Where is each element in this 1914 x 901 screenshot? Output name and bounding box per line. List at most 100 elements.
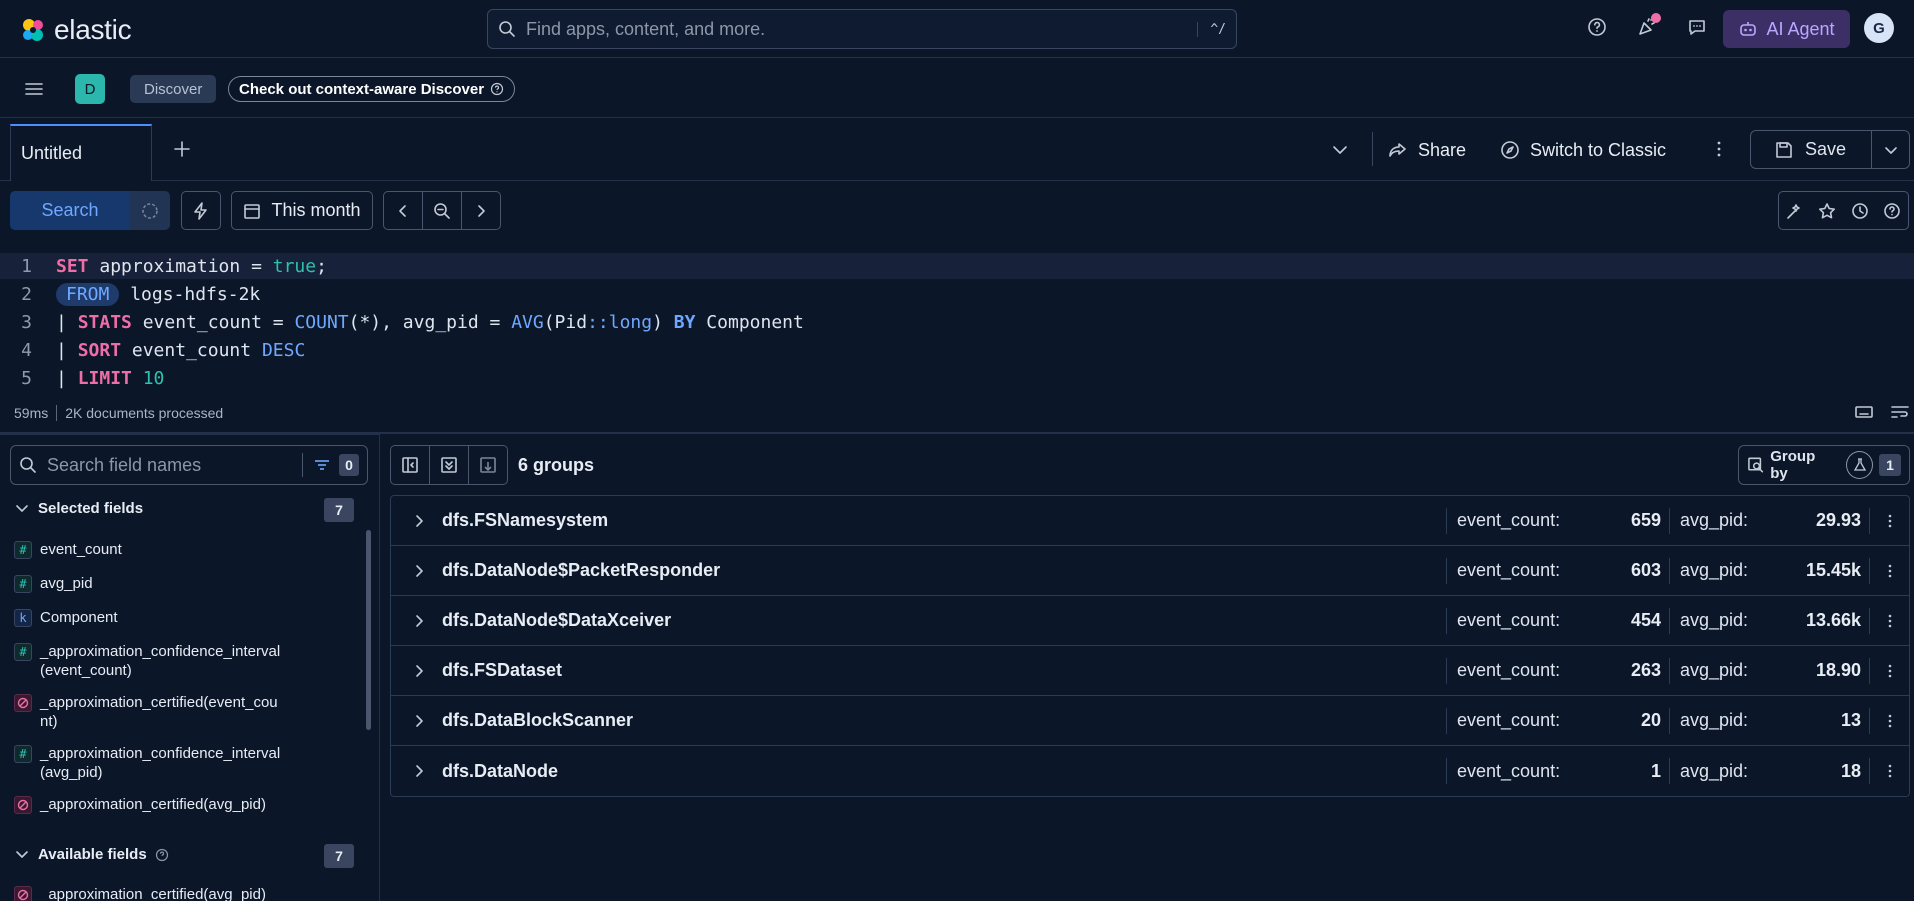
- previous-range-button[interactable]: [384, 192, 422, 229]
- more-options-icon[interactable]: [1710, 140, 1728, 158]
- space-avatar[interactable]: D: [75, 74, 105, 104]
- zoom-out-button[interactable]: [422, 192, 462, 229]
- global-search-input[interactable]: Find apps, content, and more. ^/: [487, 9, 1237, 49]
- boolean-type-icon: [14, 694, 32, 712]
- switch-to-classic-button[interactable]: Switch to Classic: [1500, 134, 1666, 166]
- selected-fields-count: 7: [324, 498, 354, 522]
- history-icon[interactable]: [1851, 202, 1869, 220]
- row-actions-icon[interactable]: [1869, 607, 1909, 634]
- help-icon[interactable]: [1587, 17, 1607, 37]
- user-avatar[interactable]: G: [1864, 13, 1894, 43]
- filter-icon[interactable]: [313, 456, 331, 474]
- code-token: ::long: [587, 311, 653, 333]
- row-actions-icon[interactable]: [1869, 557, 1909, 584]
- chevron-right-icon[interactable]: [411, 513, 427, 529]
- calendar-icon: [244, 203, 261, 219]
- row-actions-icon[interactable]: [1869, 657, 1909, 684]
- info-icon[interactable]: [155, 848, 169, 862]
- code-token: true: [272, 255, 317, 277]
- selected-fields-header[interactable]: Selected fields: [14, 500, 143, 517]
- chevron-right-icon[interactable]: [411, 563, 427, 579]
- cancel-search-button[interactable]: [130, 191, 170, 230]
- event-count-value: 454: [1630, 610, 1661, 630]
- avg-pid-label: avg_pid:: [1669, 758, 1748, 784]
- query-duration: 59ms: [14, 405, 49, 421]
- available-fields-header[interactable]: Available fields: [14, 846, 169, 863]
- keyboard-icon[interactable]: [1855, 405, 1873, 419]
- save-split-button[interactable]: Save: [1750, 130, 1910, 169]
- field-item[interactable]: # _approximation_confidence_interval (eve…: [14, 642, 304, 680]
- chevron-down-icon[interactable]: [1331, 141, 1349, 159]
- zoom-out-icon: [434, 202, 450, 219]
- sidebar-scrollbar[interactable]: [366, 530, 371, 730]
- star-icon[interactable]: [1818, 202, 1836, 220]
- group-row[interactable]: dfs.FSDataset event_count: 263 avg_pid: 18.9…: [391, 646, 1909, 696]
- elastic-logo[interactable]: elastic: [20, 14, 132, 46]
- group-by-button[interactable]: Group by 1: [1738, 445, 1910, 485]
- collapse-rows-button[interactable]: [429, 445, 469, 485]
- code-line[interactable]: 5 | LIMIT 10: [0, 365, 1914, 391]
- breadcrumb-discover[interactable]: Discover: [130, 75, 217, 103]
- code-token: SORT: [77, 339, 122, 361]
- field-item[interactable]: k Component: [14, 608, 304, 627]
- search-button[interactable]: Search: [10, 191, 130, 230]
- code-line[interactable]: 2 FROM logs-hdfs-2k: [0, 281, 1914, 307]
- help-icon[interactable]: [1883, 202, 1901, 220]
- help-icon: [490, 82, 504, 96]
- avg-pid-value: 13: [1840, 710, 1861, 730]
- row-actions-icon[interactable]: [1869, 758, 1909, 784]
- time-picker-button[interactable]: This month: [231, 191, 373, 230]
- line-number: 1: [21, 255, 32, 277]
- field-item[interactable]: # event_count: [14, 540, 304, 559]
- save-label: Save: [1805, 139, 1847, 159]
- menu-icon[interactable]: [25, 81, 43, 97]
- group-row[interactable]: dfs.DataNode$PacketResponder event_count:…: [391, 546, 1909, 596]
- save-icon: [1776, 141, 1792, 158]
- code-token: BY: [673, 311, 696, 333]
- toggle-sidebar-button[interactable]: [390, 445, 430, 485]
- group-name: dfs.FSNamesystem: [442, 510, 609, 530]
- editor-actions: [1778, 191, 1909, 230]
- code-line[interactable]: 1 SET approximation = true;: [0, 253, 1914, 279]
- chevron-right-icon[interactable]: [411, 613, 427, 629]
- field-item[interactable]: _approximation_certified(avg_pid): [14, 795, 304, 814]
- wrap-text-icon[interactable]: [1891, 405, 1909, 419]
- field-item[interactable]: _approximation_certified(avg_pid): [14, 885, 304, 901]
- boolean-type-icon: [14, 886, 32, 901]
- context-aware-link[interactable]: Check out context-aware Discover: [228, 76, 516, 102]
- save-options-button[interactable]: [1871, 131, 1909, 168]
- search-icon: [499, 21, 515, 37]
- group-row[interactable]: dfs.DataNode$DataXceiver event_count: 454 a…: [391, 596, 1909, 646]
- field-name: _approximation_confidence_interval (even…: [40, 643, 281, 679]
- chevron-right-icon[interactable]: [411, 763, 427, 779]
- group-name: dfs.DataNode$PacketResponder: [442, 560, 721, 580]
- group-row[interactable]: dfs.FSNamesystem event_count: 659 avg_pid: 2…: [391, 496, 1909, 546]
- group-row[interactable]: dfs.DataBlockScanner event_count: 20 avg_pi…: [391, 696, 1909, 746]
- code-line[interactable]: 3 | STATS event_count = COUNT(*), avg_pid…: [0, 309, 1914, 335]
- ai-agent-button[interactable]: AI Agent: [1723, 10, 1850, 48]
- feedback-icon[interactable]: [1687, 17, 1707, 37]
- number-type-icon: #: [14, 575, 32, 593]
- export-button[interactable]: [468, 445, 508, 485]
- avg-pid-label: avg_pid:: [1669, 557, 1748, 584]
- field-search-input[interactable]: Search field names 0: [10, 445, 368, 485]
- field-item[interactable]: # _approximation_confidence_interval (avg…: [14, 744, 304, 782]
- tab-label: Untitled: [21, 143, 83, 163]
- next-range-button[interactable]: [462, 192, 500, 229]
- quick-query-button[interactable]: [181, 191, 221, 230]
- share-button[interactable]: Share: [1388, 134, 1466, 166]
- chevron-right-icon[interactable]: [411, 663, 427, 679]
- ai-assist-icon[interactable]: [1786, 202, 1804, 220]
- tab-untitled[interactable]: Untitled: [10, 124, 152, 181]
- add-tab-icon[interactable]: [173, 140, 191, 158]
- group-name: dfs.FSDataset: [442, 660, 563, 680]
- row-actions-icon[interactable]: [1869, 507, 1909, 534]
- save-button[interactable]: Save: [1751, 139, 1871, 160]
- group-row[interactable]: dfs.DataNode event_count: 1 avg_pid: 18: [391, 746, 1909, 796]
- field-item[interactable]: _approximation_certified(event_cou nt): [14, 693, 304, 731]
- field-item[interactable]: # avg_pid: [14, 574, 304, 593]
- chevron-right-icon[interactable]: [411, 713, 427, 729]
- code-line[interactable]: 4 | SORT event_count DESC: [0, 337, 1914, 363]
- group-by-count: 1: [1879, 454, 1901, 476]
- row-actions-icon[interactable]: [1869, 707, 1909, 734]
